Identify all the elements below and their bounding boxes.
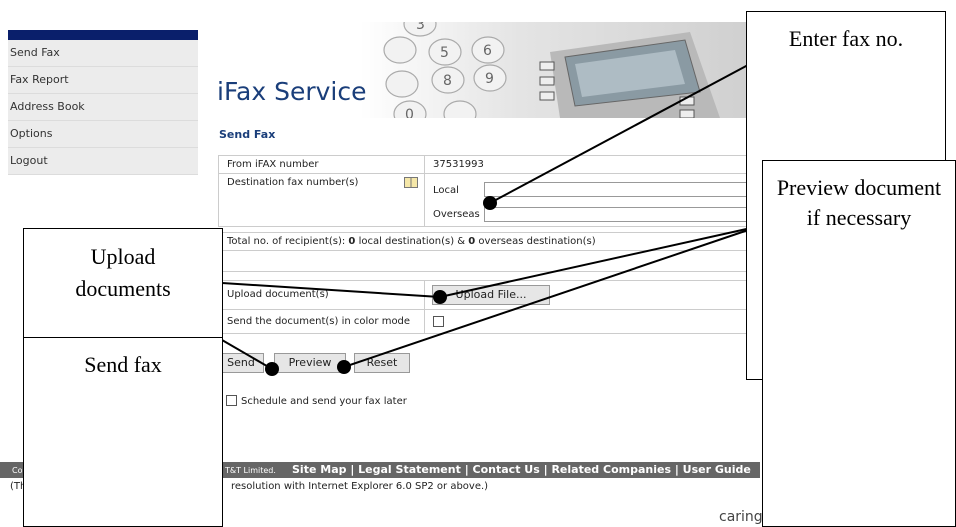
callout-enter-fax-text: Enter fax no.	[788, 26, 904, 51]
marker-dot	[337, 360, 351, 374]
callout-preview: Preview document if necessary	[762, 160, 956, 527]
marker-dot	[265, 362, 279, 376]
callout-upload: Upload documents	[23, 228, 223, 338]
marker-dot	[483, 196, 497, 210]
marker-dot	[433, 290, 447, 304]
callout-send-text: Send fax	[84, 352, 162, 377]
callout-preview-text: Preview document if necessary	[776, 175, 942, 230]
callout-upload-text: Upload documents	[75, 244, 171, 301]
callout-send: Send fax	[23, 337, 223, 527]
